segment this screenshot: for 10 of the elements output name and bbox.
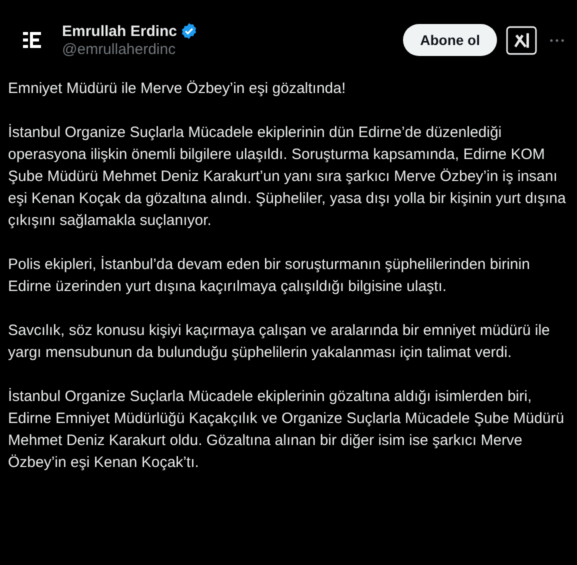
post-paragraph: İstanbul Organize Suçlarla Mücadele ekiplerinin dün Edirne’de düzenlediği operasyona ilişkin önemli bilgilere ulaşıldı. Soruşturma kapsamında, Edirne KOM Şube Müdürü Mehmet Deniz Karakurt’un yanı sıra şarkıcı Merve Özbey’in iş insanı eşi Kenan Koçak da gözaltına alındı. Şüpheliler, yasa dışı yolla bir kişinin yurt dışına çıkışını sağlamakla suçlanıyor. xyxy=(8,123,567,231)
more-icon[interactable] xyxy=(549,38,565,42)
post-paragraph: Savcılık, söz konusu kişiyi kaçırmaya çalışan ve aralarında bir emniyet müdürü ile yargı mensubunun da bulunduğu şüphelilerin yakalanması için talimat verdi. xyxy=(8,321,551,363)
post-paragraph: İstanbul Organize Suçlarla Mücadele ekiplerinin gözaltına aldığı isimlerden biri, Edirne Emniyet Müdürlüğü Kaçakçılık ve Organize Suçlarla Mücadele Şube Müdürü Mehmet Deniz Karakurt oldu. Gözaltına alınan bir diğer isim ise şarkıcı Merve Özbey’in eşi Kenan Koçak’tı. xyxy=(8,387,566,473)
author-handle[interactable]: @emrullaherdinc xyxy=(62,41,404,58)
grok-icon[interactable] xyxy=(506,26,537,54)
follow-button[interactable]: Abone ol xyxy=(403,24,497,56)
post-paragraph: Polis ekipleri, İstanbul’da devam eden bir soruşturmanın şüphelilerinden birinin Edirne üzerinden yurt dışına kaçırılmaya çalışıldığı bilgisine ulaştı. xyxy=(8,255,531,297)
author-name[interactable]: Emrullah Erdinc xyxy=(62,22,178,40)
post-paragraph: Emniyet Müdürü ile Merve Özbey’in eşi gözaltında! xyxy=(8,79,347,99)
